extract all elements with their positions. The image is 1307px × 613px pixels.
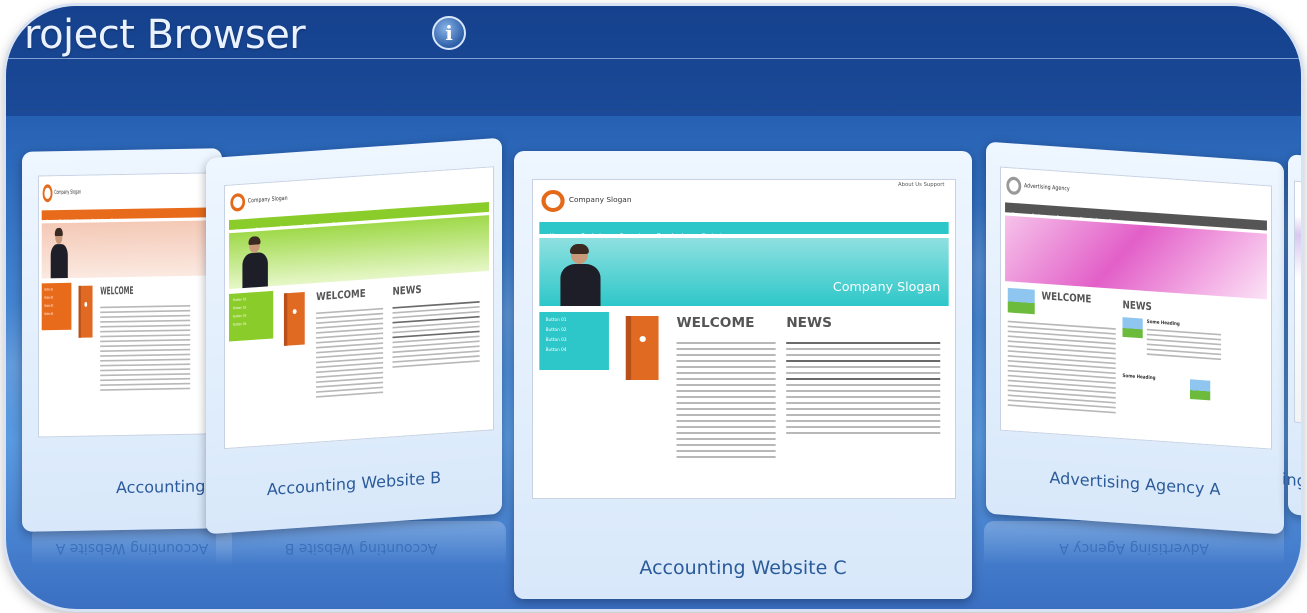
mockup-news-lines bbox=[392, 301, 480, 371]
website-mockup: Company Slogan Home Products Support Dow… bbox=[39, 173, 219, 436]
person-image bbox=[242, 236, 268, 289]
mockup-agency-name: Advertising Agency bbox=[1023, 182, 1070, 193]
company-logo bbox=[1006, 176, 1022, 196]
reflection-label: Accounting Website B bbox=[284, 540, 438, 556]
binder-image bbox=[625, 316, 659, 380]
mockup-top-links: About Us Support bbox=[898, 182, 945, 188]
mockup-text-lines bbox=[100, 305, 191, 394]
mockup-banner bbox=[539, 238, 949, 306]
project-label: ing bbox=[1282, 469, 1301, 491]
mockup-news: NEWS bbox=[392, 283, 422, 299]
landscape-image bbox=[1007, 287, 1035, 315]
mockup-slogan: Company Slogan bbox=[54, 188, 82, 196]
mockup-banner-text: Company Slogan bbox=[832, 280, 941, 294]
binder-image bbox=[283, 291, 305, 346]
mockup-news-heading: Some Heading bbox=[1122, 372, 1156, 381]
mockup-slogan: Company Slogan bbox=[247, 194, 288, 205]
reflection-label: Advertising Agency A bbox=[1059, 540, 1209, 556]
project-thumbnail: Company Slogan Home Products Support Dow… bbox=[38, 172, 220, 438]
binder-image bbox=[78, 285, 93, 338]
mockup-banner bbox=[1005, 215, 1267, 300]
mockup-news: NEWS bbox=[786, 316, 833, 331]
project-thumbnail: About Us Support Company Slogan Home Pro… bbox=[532, 179, 956, 499]
landscape-image bbox=[1122, 317, 1143, 339]
info-icon[interactable]: i bbox=[432, 16, 466, 50]
mockup-text-lines bbox=[1007, 320, 1116, 417]
page-title: roject Browser bbox=[24, 12, 306, 58]
mockup-side-menu: Button 01 Button 02 Button 03 Button 04 bbox=[539, 312, 609, 370]
mockup-nav: Home Products Support Downloads Contact bbox=[41, 207, 217, 224]
mockup-text-lines bbox=[316, 307, 384, 401]
mockup-text-lines bbox=[676, 342, 776, 462]
project-label: Accounting Website C bbox=[639, 557, 847, 579]
project-card-accounting-a[interactable]: Company Slogan Home Products Support Dow… bbox=[22, 148, 235, 532]
project-thumbnail: Advertising Agency Home Products Support… bbox=[1000, 166, 1272, 450]
company-logo bbox=[541, 190, 565, 212]
website-mockup: Advertising Agency Home Products Support… bbox=[1001, 167, 1271, 449]
mockup-welcome: WELCOME bbox=[100, 284, 134, 298]
mockup-side-menu: Button 01 Button 02 Button 03 Button 04 bbox=[229, 290, 274, 342]
person-image bbox=[50, 227, 68, 279]
website-mockup: About Us Support Company Slogan Home Pro… bbox=[533, 180, 955, 498]
reflection-accounting-a: Accounting Website A bbox=[32, 526, 232, 576]
mockup-news-lines bbox=[1146, 328, 1222, 364]
mockup-news: NEWS bbox=[1122, 299, 1152, 314]
project-label: Advertising Agency A bbox=[1049, 468, 1221, 499]
company-logo bbox=[230, 192, 246, 212]
mockup-news-lines bbox=[786, 342, 941, 438]
mockup-welcome: WELCOME bbox=[316, 287, 366, 304]
project-card-accounting-b[interactable]: Company Slogan Home Products Support Dow… bbox=[206, 137, 502, 535]
project-card-advertising-a[interactable]: Advertising Agency Home Products Support… bbox=[986, 141, 1284, 535]
project-card-accounting-c[interactable]: About Us Support Company Slogan Home Pro… bbox=[514, 151, 972, 599]
person-image bbox=[560, 244, 601, 306]
reflection-label: Accounting Website A bbox=[55, 540, 209, 556]
company-logo bbox=[42, 184, 53, 203]
project-label: Accounting Website B bbox=[266, 467, 442, 500]
project-thumbnail bbox=[1294, 180, 1301, 427]
project-label: Accounting We bbox=[116, 476, 236, 498]
project-thumbnail: Company Slogan Home Products Support Dow… bbox=[224, 166, 494, 450]
mockup-news-heading: Some Heading bbox=[1146, 318, 1180, 327]
mockup-nav: Home Products Support Downloads Contact bbox=[539, 222, 949, 239]
header-dotted-divider bbox=[6, 109, 1301, 110]
mockup-slogan: Company Slogan bbox=[568, 196, 632, 204]
project-browser-window: roject Browser i Accounting Website A Ac… bbox=[6, 6, 1301, 609]
landscape-image bbox=[1190, 379, 1211, 401]
mockup-welcome: WELCOME bbox=[1041, 290, 1092, 306]
mockup-welcome: WELCOME bbox=[676, 316, 755, 331]
mockup-banner bbox=[41, 220, 217, 279]
header-divider bbox=[6, 58, 1301, 59]
project-card-partial[interactable]: ing bbox=[1282, 153, 1301, 519]
mockup-side-menu: Button 01 Button 02 Button 03 Button 04 bbox=[41, 282, 72, 331]
website-mockup: Company Slogan Home Products Support Dow… bbox=[225, 167, 493, 449]
